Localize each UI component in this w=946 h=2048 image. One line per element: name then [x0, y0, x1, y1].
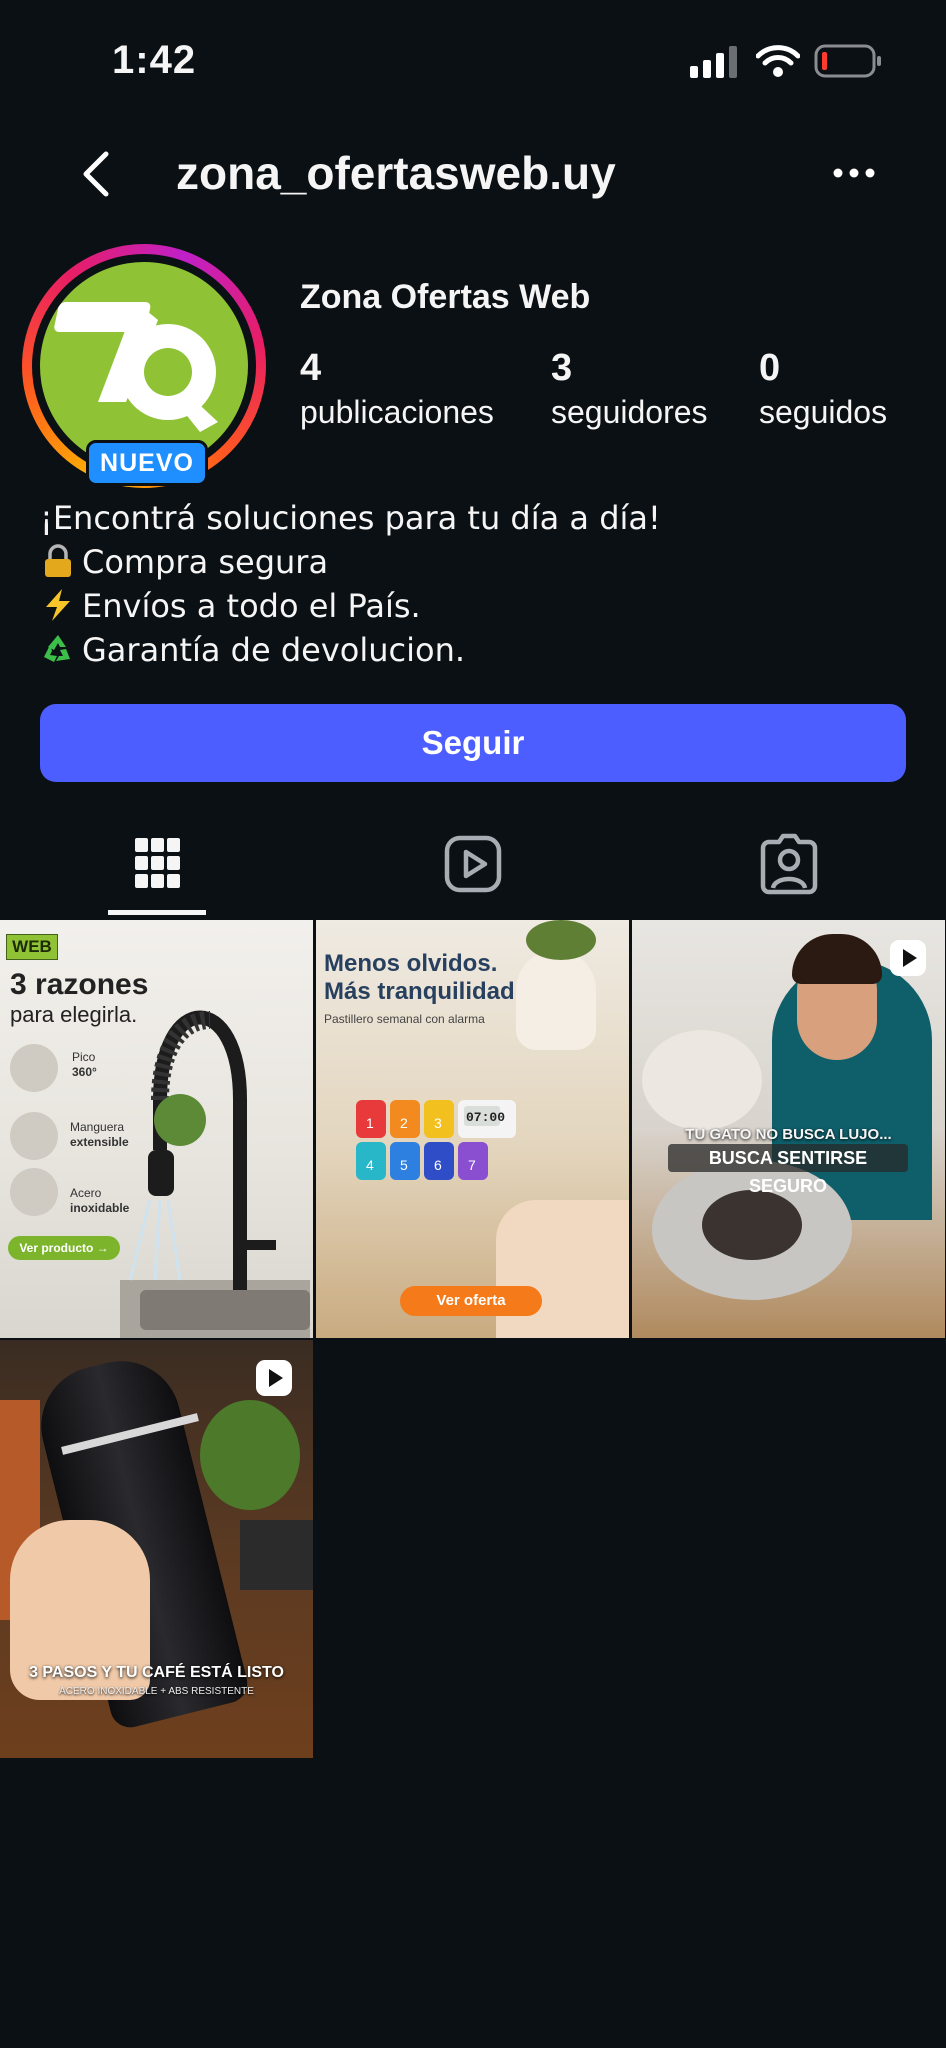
reel-indicator-icon — [890, 940, 926, 976]
plant-leaves — [526, 920, 596, 960]
more-options-icon[interactable] — [832, 166, 876, 180]
post-3-caption-2: BUSCA SENTIRSE SEGURO — [668, 1144, 908, 1196]
plant — [200, 1400, 300, 1510]
bio-line-4: Garantía de devolucion. — [40, 628, 661, 672]
tab-reels[interactable] — [439, 830, 507, 898]
feature-thumb-1 — [10, 1044, 58, 1092]
stat-followers-count: 3 — [551, 347, 573, 389]
bio-line-1: ¡Encontrá soluciones para tu día a día! — [40, 499, 661, 537]
post-3[interactable]: TU GATO NO BUSCA LUJO... BUSCA SENTIRSE … — [632, 920, 945, 1338]
post-4-caption-2: ACERO INOXIDABLE + ABS RESISTENTE — [59, 1686, 254, 1697]
stat-followers[interactable]: 3 seguidores — [551, 346, 708, 434]
zona-ofertas-logo-icon — [54, 302, 218, 432]
tab-tagged[interactable] — [755, 830, 823, 898]
post-1-tag: WEB — [6, 934, 58, 960]
post-2[interactable]: Menos olvidos. Más tranquilidad. Pastille… — [316, 920, 629, 1338]
stat-following-count: 0 — [759, 347, 781, 389]
follow-button[interactable]: Seguir — [40, 704, 906, 782]
tagged-icon — [760, 833, 818, 895]
hand — [496, 1200, 629, 1338]
bio-line-2: Compra segura — [40, 540, 661, 584]
person-hair — [792, 934, 882, 984]
cat-bed-opening — [702, 1190, 802, 1260]
lock-icon — [45, 544, 71, 577]
post-4-caption-1: 3 PASOS Y TU CAFÉ ESTÁ LISTO — [29, 1664, 284, 1681]
stat-following[interactable]: 0 seguidos — [759, 346, 887, 434]
profile-bio: ¡Encontrá soluciones para tu día a día! … — [40, 496, 661, 672]
wifi-icon — [756, 45, 800, 77]
post-2-clock: 07:00 — [466, 1110, 506, 1125]
signal-icon — [690, 46, 737, 78]
svg-text:1: 1 — [366, 1115, 374, 1131]
cat — [642, 1030, 762, 1130]
svg-text:6: 6 — [434, 1157, 442, 1173]
back-arrow-icon[interactable] — [72, 148, 124, 200]
grid-icon — [135, 838, 180, 888]
battery-low-icon — [814, 44, 881, 78]
tab-grid[interactable] — [123, 830, 191, 898]
post-1-sub: para elegirla. — [10, 1002, 138, 1027]
pill-organizer: 1 2 3 4 5 6 7 — [356, 1100, 516, 1180]
status-time: 1:42 — [112, 38, 197, 82]
bio-line-3: Envíos a todo el País. — [40, 584, 661, 628]
svg-text:3: 3 — [434, 1115, 442, 1131]
stat-followers-label: seguidores — [551, 394, 708, 430]
stat-following-label: seguidos — [759, 394, 888, 430]
new-badge: NUEVO — [86, 440, 208, 486]
plant-pot — [240, 1520, 313, 1590]
stat-posts[interactable]: 4 publicaciones — [300, 346, 494, 434]
post-1-feature-1: Pico 360° — [72, 1050, 97, 1079]
post-3-caption-1: TU GATO NO BUSCA LUJO... — [685, 1126, 892, 1143]
stat-posts-label: publicaciones — [300, 394, 494, 430]
stat-posts-count: 4 — [300, 347, 322, 389]
active-tab-indicator — [108, 910, 206, 915]
reels-icon — [444, 835, 502, 893]
post-2-headline: Menos olvidos. Más tranquilidad. — [324, 950, 522, 1005]
svg-text:7: 7 — [468, 1157, 476, 1173]
plant-vase — [516, 950, 596, 1050]
reel-indicator-icon — [256, 1360, 292, 1396]
feature-thumb-2 — [10, 1112, 58, 1160]
svg-text:2: 2 — [400, 1115, 408, 1131]
post-1[interactable]: WEB 3 razones para elegirla. Pico 360° Ma… — [0, 920, 313, 1338]
post-1-cta: Ver producto → — [8, 1236, 120, 1260]
post-2-sub: Pastillero semanal con alarma — [324, 1012, 485, 1026]
lightning-icon — [46, 589, 70, 621]
svg-text:4: 4 — [366, 1157, 374, 1173]
profile-username: zona_ofertasweb.uy — [176, 147, 616, 199]
post-4[interactable]: 3 PASOS Y TU CAFÉ ESTÁ LISTO ACERO INOXI… — [0, 1340, 313, 1758]
avatar[interactable] — [40, 262, 248, 470]
feature-thumb-3 — [10, 1168, 58, 1216]
recycle-icon — [41, 632, 75, 666]
profile-display-name: Zona Ofertas Web — [300, 278, 591, 316]
post-2-cta: Ver oferta — [400, 1286, 542, 1316]
faucet-illustration — [120, 1010, 310, 1338]
svg-text:5: 5 — [400, 1157, 408, 1173]
